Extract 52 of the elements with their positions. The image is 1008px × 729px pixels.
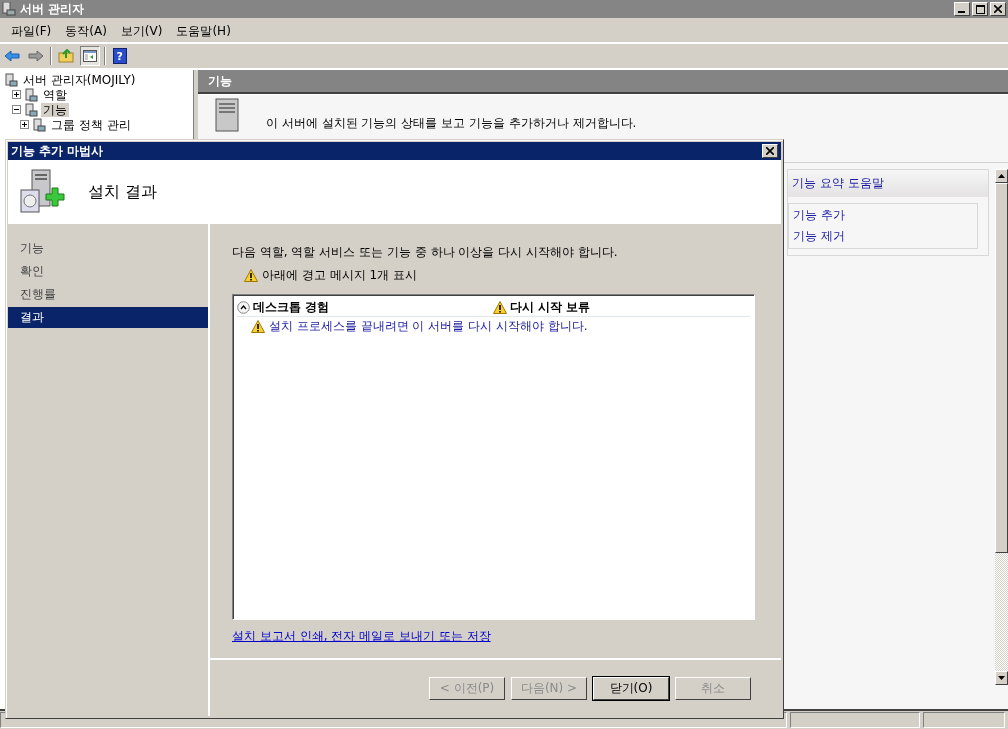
up-arrow-icon [998, 174, 1005, 178]
maximize-button[interactable] [972, 2, 988, 16]
collapse-icon[interactable] [12, 105, 21, 114]
result-group-name: 데스크톱 경험 [253, 298, 330, 316]
menu-item[interactable]: 보기(V) [113, 20, 170, 42]
minimize-button[interactable] [954, 2, 970, 16]
page-heading: 설치 결과 [88, 181, 158, 203]
action-link[interactable]: 기능 추가 [793, 207, 973, 224]
close-button[interactable] [762, 144, 778, 158]
menu-item[interactable]: 파일(F) [4, 20, 59, 42]
server-add-icon [18, 168, 66, 216]
collapse-icon[interactable] [237, 300, 250, 314]
wizard-step[interactable]: 진행률 [8, 284, 208, 305]
maximize-icon [975, 4, 985, 14]
tree-item[interactable]: 서버 관리자(MOJILY) [21, 72, 138, 87]
expand-icon[interactable] [12, 90, 21, 99]
report-link[interactable]: 설치 보고서 인쇄, 전자 메일로 보내기 또는 저장 [232, 628, 491, 645]
menu-item[interactable]: 도움말(H) [169, 20, 238, 42]
tree-item[interactable]: 그룹 정책 관리 [49, 117, 133, 132]
warning-icon [251, 319, 265, 333]
server-icon [24, 102, 38, 117]
warning-summary: 아래에 경고 메시지 1개 표시 [262, 267, 417, 284]
close-icon [766, 147, 774, 155]
dialog-button[interactable]: 닫기(O) [593, 676, 669, 700]
warning-icon [244, 269, 258, 282]
server-icon [24, 87, 38, 102]
dialog-title: 기능 추가 마법사 [11, 142, 104, 160]
scroll-thumb[interactable] [995, 183, 1008, 553]
show-hide-tree-button[interactable] [80, 46, 100, 66]
tree-item[interactable]: 기능 [41, 102, 69, 117]
action-link[interactable]: 기능 제거 [793, 228, 973, 245]
wizard-step[interactable]: 기능 [8, 238, 208, 259]
wizard-step[interactable]: 결과 [8, 307, 208, 328]
down-arrow-icon [998, 676, 1005, 680]
tree-item[interactable]: 역할 [41, 87, 69, 102]
close-button[interactable] [990, 2, 1006, 16]
close-icon [994, 5, 1002, 13]
wizard-step[interactable]: 확인 [8, 261, 208, 282]
result-message: 다음 역할, 역할 서비스 또는 기능 중 하나 이상을 다시 시작해야 합니다. [232, 244, 619, 261]
expand-icon[interactable] [20, 120, 29, 129]
result-message: 설치 프로세스를 끝내려면 이 서버를 다시 시작해야 합니다. [269, 317, 588, 335]
result-status: 다시 시작 보류 [510, 298, 591, 316]
server-icon [2, 2, 16, 16]
warning-icon [493, 300, 507, 314]
server-icon [32, 117, 46, 132]
pane-description: 이 서버에 설치된 기능의 상태를 보고 기능을 추가하거나 제거합니다. [266, 115, 637, 132]
menu-item[interactable]: 동작(A) [58, 20, 114, 42]
help-button[interactable]: ? [110, 46, 130, 66]
server-icon [4, 72, 18, 87]
scrollbar[interactable] [995, 169, 1008, 685]
pane-title: 기능 [208, 72, 232, 90]
window-title: 서버 관리자 [20, 0, 86, 18]
